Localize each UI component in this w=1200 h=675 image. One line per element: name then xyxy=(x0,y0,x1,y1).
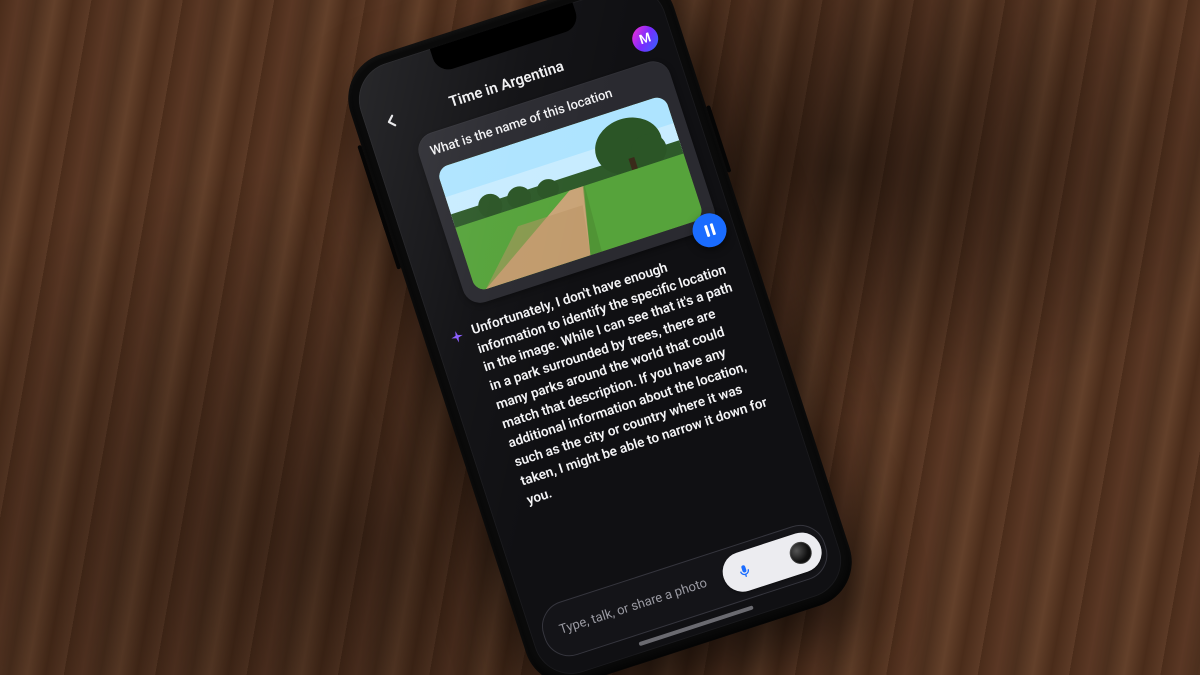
mic-button[interactable] xyxy=(717,527,826,597)
sparkle-icon xyxy=(447,327,467,347)
phone-screen: Time in Argentina M What is the name of … xyxy=(349,0,851,675)
chat-area: What is the name of this location xyxy=(373,50,825,603)
microphone-icon xyxy=(735,561,755,581)
phone-case: Time in Argentina M What is the name of … xyxy=(336,0,863,675)
avatar[interactable]: M xyxy=(629,22,662,55)
pause-icon xyxy=(703,223,715,237)
desk-background: Time in Argentina M What is the name of … xyxy=(0,0,1200,675)
avatar-letter: M xyxy=(637,30,652,48)
camera-lens-icon xyxy=(787,539,815,567)
phone: Time in Argentina M What is the name of … xyxy=(336,0,863,675)
